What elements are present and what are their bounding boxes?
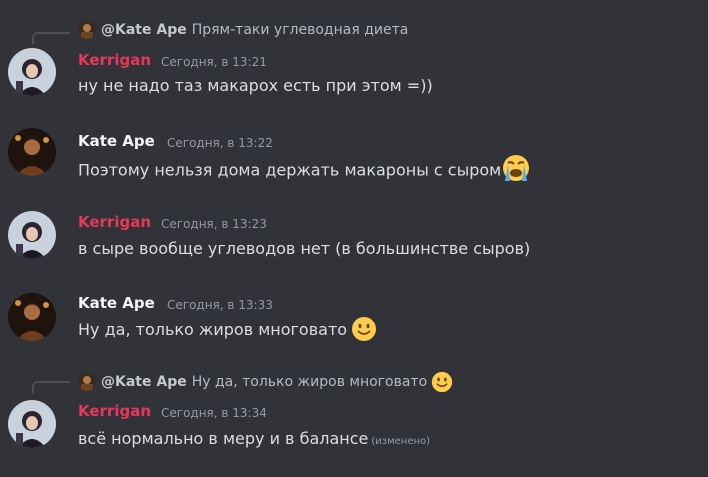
reply-author[interactable]: @Kate Ape <box>101 22 187 38</box>
slightly-smiling-face-icon[interactable] <box>351 316 377 342</box>
reply-avatar[interactable] <box>78 373 96 391</box>
message-timestamp[interactable]: Сегодня, в 13:33 <box>167 295 273 315</box>
message-content: Поэтому нельзя дома держать макароны с с… <box>78 155 531 183</box>
message-author[interactable]: Kerrigan <box>78 50 151 70</box>
message-text: Поэтому нельзя дома держать макароны с с… <box>78 160 502 180</box>
avatar[interactable] <box>8 128 56 176</box>
message-author[interactable]: Kate Ape <box>78 293 155 313</box>
reply-author[interactable]: @Kate Ape <box>101 374 187 390</box>
reply-spine <box>32 32 70 44</box>
avatar[interactable] <box>8 48 56 96</box>
message-content: всё нормально в меру и в балансе (изменен… <box>78 428 430 453</box>
chat-messages: @Kate Ape Прям-таки углеводная диета Ker… <box>0 0 708 477</box>
message-content: Ну да, только жиров многовато <box>78 316 377 342</box>
message-item: @Kate Ape Прям-таки углеводная диета Ker… <box>0 0 708 115</box>
avatar[interactable] <box>8 211 56 259</box>
reply-avatar[interactable] <box>78 21 96 39</box>
message-text: всё нормально в меру и в балансе <box>78 429 369 448</box>
edited-label[interactable]: (изменено) <box>371 436 430 447</box>
message-item: Kate Ape Сегодня, в 13:33 Ну да, только … <box>0 277 708 365</box>
message-author[interactable]: Kerrigan <box>78 401 151 421</box>
message-item: @Kate Ape Ну да, только жиров многовато … <box>0 365 708 477</box>
reply-spine <box>32 381 70 393</box>
message-timestamp[interactable]: Сегодня, в 13:34 <box>161 403 267 423</box>
avatar[interactable] <box>8 293 56 341</box>
message-item: Kate Ape Сегодня, в 13:22 Поэтому нельзя… <box>0 115 708 195</box>
slightly-smiling-face-icon <box>432 371 453 393</box>
message-content: ну не надо таз макарох есть при этом =)) <box>78 76 433 95</box>
message-timestamp[interactable]: Сегодня, в 13:22 <box>167 133 273 153</box>
message-item: Kerrigan Сегодня, в 13:23 в сыре вообще … <box>0 195 708 277</box>
message-author[interactable]: Kerrigan <box>78 212 151 232</box>
message-text: Ну да, только жиров многовато <box>78 320 348 339</box>
avatar[interactable] <box>8 400 56 448</box>
reply-text[interactable]: Ну да, только жиров многовато <box>192 374 427 390</box>
loudly-crying-face-icon[interactable] <box>501 153 531 183</box>
message-timestamp[interactable]: Сегодня, в 13:21 <box>161 52 267 72</box>
reply-reference[interactable]: @Kate Ape Ну да, только жиров многовато <box>78 371 453 393</box>
message-content: в сыре вообще углеводов нет (в большинст… <box>78 239 531 258</box>
message-timestamp[interactable]: Сегодня, в 13:23 <box>161 214 267 234</box>
message-author[interactable]: Kate Ape <box>78 131 155 151</box>
reply-reference[interactable]: @Kate Ape Прям-таки углеводная диета <box>78 19 408 41</box>
reply-text[interactable]: Прям-таки углеводная диета <box>192 22 409 38</box>
